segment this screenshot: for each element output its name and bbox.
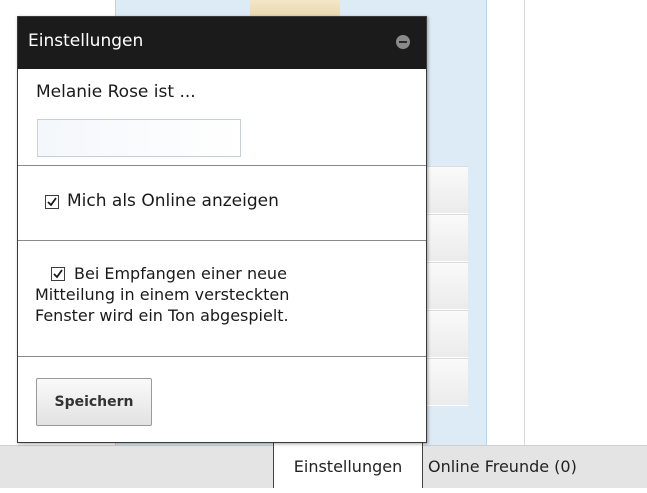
list-item [425, 166, 468, 214]
page-divider [524, 0, 525, 445]
status-name-label: Melanie Rose ist ... [36, 82, 196, 102]
status-name-section: Melanie Rose ist ... [18, 69, 426, 165]
sound-description: Bei Empfangen einer neue Mitteilung in e… [35, 263, 415, 326]
checkmark-icon [47, 197, 57, 207]
show-online-checkbox[interactable] [45, 195, 59, 209]
sound-label-line2: Mitteilung in einem versteckten [35, 285, 290, 304]
settings-popup: Einstellungen Melanie Rose ist ... Mich … [17, 16, 427, 443]
list-item [425, 310, 468, 358]
page-list-rows [425, 166, 468, 440]
popup-title: Einstellungen [28, 31, 144, 51]
popup-header: Einstellungen [18, 17, 426, 69]
show-online-section: Mich als Online anzeigen [18, 165, 426, 240]
minimize-icon[interactable] [396, 35, 410, 49]
list-item [425, 358, 468, 406]
list-item [425, 214, 468, 262]
sound-label-line1: Bei Empfangen einer neue [74, 264, 287, 283]
status-input[interactable] [37, 119, 241, 157]
tab-settings[interactable]: Einstellungen [273, 440, 423, 488]
sound-label-line3: Fenster wird ein Ton abgespielt. [35, 306, 289, 325]
list-item [425, 262, 468, 310]
save-button[interactable]: Speichern [36, 378, 152, 426]
page-background-right [487, 0, 647, 445]
tab-online-friends[interactable]: Online Freunde (0) [425, 445, 618, 488]
sound-section: Bei Empfangen einer neue Mitteilung in e… [18, 240, 426, 356]
show-online-label: Mich als Online anzeigen [67, 191, 279, 211]
save-section: Speichern [18, 356, 426, 440]
